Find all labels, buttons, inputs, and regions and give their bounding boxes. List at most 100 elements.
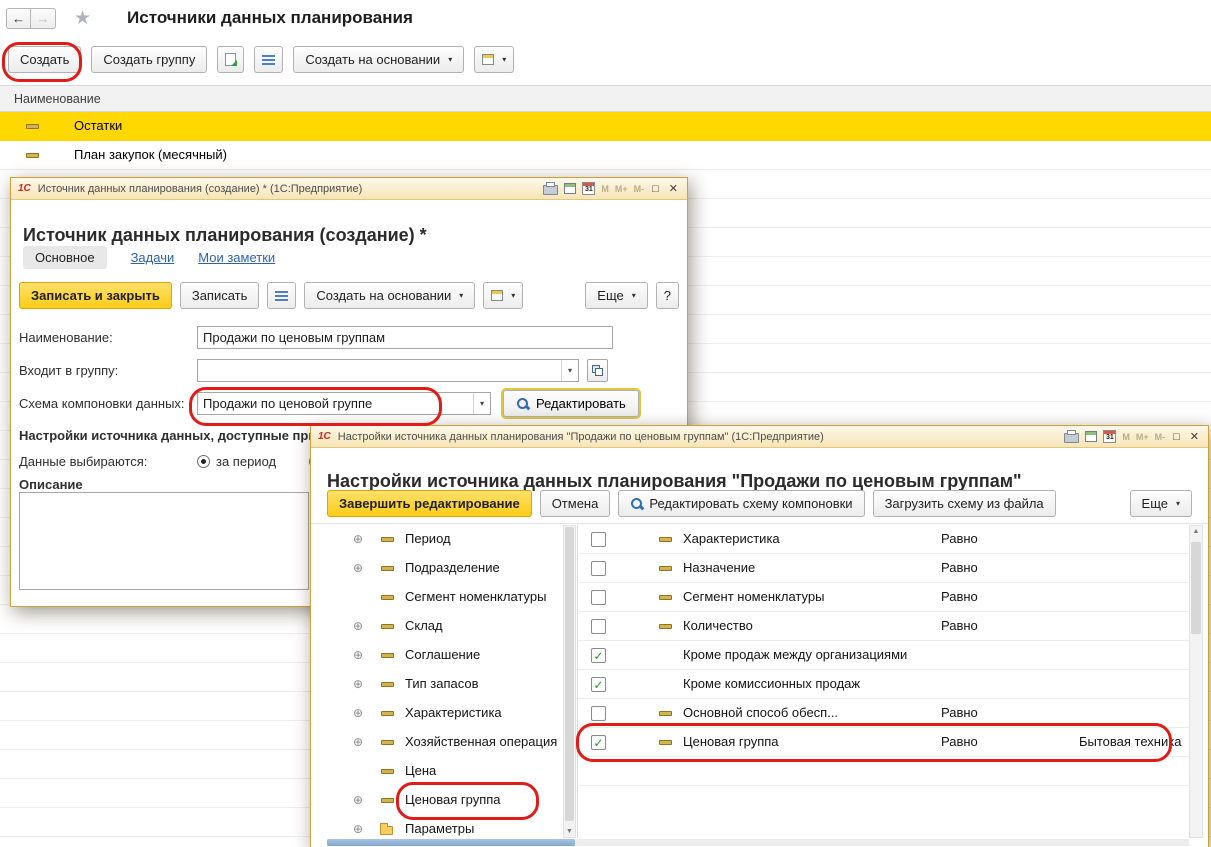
list-column-header[interactable]: Наименование bbox=[0, 85, 1211, 112]
expand-icon[interactable]: ⊕ bbox=[353, 619, 363, 633]
row-checkbox[interactable] bbox=[591, 532, 606, 547]
scrollbar-thumb[interactable] bbox=[327, 839, 575, 846]
name-input[interactable] bbox=[197, 326, 613, 349]
filter-row[interactable]: ✓ Кроме продаж между организациями bbox=[578, 641, 1189, 670]
tree-item[interactable]: Сегмент номенклатуры bbox=[327, 583, 563, 612]
maximize-icon[interactable]: □ bbox=[650, 183, 661, 195]
print-icon[interactable] bbox=[543, 182, 558, 195]
table-icon[interactable] bbox=[1085, 431, 1097, 442]
filter-row[interactable]: Количество Равно bbox=[578, 612, 1189, 641]
row-checkbox[interactable]: ✓ bbox=[591, 677, 606, 692]
filter-row[interactable]: Характеристика Равно bbox=[578, 525, 1189, 554]
dropdown-caret-icon[interactable]: ▾ bbox=[473, 393, 490, 414]
scrollbar-thumb[interactable] bbox=[1191, 542, 1201, 634]
more-button[interactable]: Еще ▾ bbox=[1130, 490, 1192, 517]
row-checkbox[interactable] bbox=[591, 619, 606, 634]
tree-item[interactable]: ⊕ Период bbox=[327, 525, 563, 554]
close-icon[interactable]: ✕ bbox=[667, 182, 680, 195]
schema-input[interactable] bbox=[198, 393, 473, 414]
dropdown-caret-icon[interactable]: ▾ bbox=[561, 360, 578, 381]
more-button[interactable]: Еще ▾ bbox=[585, 282, 647, 309]
edit-schema-composition-button[interactable]: Редактировать схему компоновки bbox=[618, 490, 864, 517]
create-based-on-button[interactable]: Создать на основании ▾ bbox=[304, 282, 475, 309]
expand-icon[interactable]: ⊕ bbox=[353, 706, 363, 720]
filter-row-price-group[interactable]: ✓ Ценовая группа Равно Бытовая техника bbox=[578, 728, 1189, 757]
filter-row[interactable]: Назначение Равно bbox=[578, 554, 1189, 583]
grid-scrollbar[interactable]: ▲ bbox=[1189, 525, 1203, 838]
create-group-button[interactable]: Создать группу bbox=[91, 46, 207, 73]
expand-icon[interactable]: ⊕ bbox=[353, 532, 363, 546]
help-button[interactable]: ? bbox=[656, 282, 679, 309]
tree-item[interactable]: ⊕ Хозяйственная операция bbox=[327, 728, 563, 757]
description-textarea[interactable] bbox=[19, 492, 309, 590]
row-checkbox[interactable] bbox=[591, 590, 606, 605]
list-row[interactable]: План закупок (месячный) bbox=[0, 141, 1211, 170]
favorite-star-icon[interactable]: ★ bbox=[74, 7, 91, 30]
list-row-selected[interactable]: Остатки bbox=[0, 112, 1211, 141]
tab-notes[interactable]: Мои заметки bbox=[198, 250, 275, 265]
close-icon[interactable]: ✕ bbox=[1188, 430, 1201, 443]
row-checkbox[interactable]: ✓ bbox=[591, 648, 606, 663]
tree-scrollbar[interactable]: ▼ bbox=[563, 525, 576, 838]
tree-item[interactable]: ⊕ Характеристика bbox=[327, 699, 563, 728]
print-icon[interactable] bbox=[1064, 430, 1079, 443]
row-checkbox[interactable] bbox=[591, 706, 606, 721]
tree-item[interactable]: ⊕ Склад bbox=[327, 612, 563, 641]
finish-editing-button[interactable]: Завершить редактирование bbox=[327, 490, 532, 517]
save-button[interactable]: Записать bbox=[180, 282, 260, 309]
expand-icon[interactable]: ⊕ bbox=[353, 648, 363, 662]
tab-tasks[interactable]: Задачи bbox=[131, 250, 175, 265]
create-based-on-button[interactable]: Создать на основании ▾ bbox=[293, 46, 464, 73]
calendar-icon[interactable]: 31 bbox=[1103, 430, 1116, 443]
set-list-button[interactable] bbox=[254, 46, 283, 73]
memory-m-plus-button[interactable]: M+ bbox=[615, 184, 628, 194]
copy-item-button[interactable] bbox=[217, 46, 244, 73]
filter-row[interactable]: Основной способ обесп... Равно bbox=[578, 699, 1189, 728]
chevron-down-icon: ▾ bbox=[502, 55, 506, 64]
maximize-icon[interactable]: □ bbox=[1171, 431, 1182, 443]
item-dash-icon bbox=[381, 537, 394, 542]
form-settings-button[interactable]: ▾ bbox=[483, 282, 523, 309]
expand-icon[interactable]: ⊕ bbox=[353, 561, 363, 575]
load-schema-button[interactable]: Загрузить схему из файла bbox=[873, 490, 1056, 517]
back-button[interactable]: ← bbox=[6, 8, 31, 29]
tree-item-parameters[interactable]: ⊕ Параметры bbox=[327, 815, 563, 838]
memory-m-plus-button[interactable]: M+ bbox=[1136, 432, 1149, 442]
filter-row[interactable]: ✓ Кроме комиссионных продаж bbox=[578, 670, 1189, 699]
expand-icon[interactable]: ⊕ bbox=[353, 822, 363, 836]
memory-m-minus-button[interactable]: M- bbox=[634, 184, 645, 194]
memory-m-button[interactable]: M bbox=[1122, 432, 1130, 442]
scrollbar-thumb[interactable] bbox=[565, 527, 574, 821]
tree-item-price-group[interactable]: ⊕ Ценовая группа bbox=[327, 786, 563, 815]
tree-item[interactable]: ⊕ Соглашение bbox=[327, 641, 563, 670]
row-checkbox[interactable]: ✓ bbox=[591, 735, 606, 750]
tab-main[interactable]: Основное bbox=[23, 246, 107, 269]
form-settings-button[interactable]: ▾ bbox=[474, 46, 514, 73]
set-list-button[interactable] bbox=[267, 282, 296, 309]
window-titlebar[interactable]: 1С Настройки источника данных планирован… bbox=[311, 426, 1208, 448]
group-input[interactable] bbox=[198, 360, 561, 381]
row-checkbox[interactable] bbox=[591, 561, 606, 576]
memory-m-button[interactable]: M bbox=[601, 184, 609, 194]
expand-icon[interactable]: ⊕ bbox=[353, 677, 363, 691]
table-icon[interactable] bbox=[564, 183, 576, 194]
memory-m-minus-button[interactable]: M- bbox=[1155, 432, 1166, 442]
scroll-up-icon[interactable]: ▲ bbox=[1190, 528, 1202, 535]
edit-schema-button[interactable]: Редактировать bbox=[503, 390, 639, 417]
calendar-icon[interactable]: 31 bbox=[582, 182, 595, 195]
horizontal-scrollbar[interactable] bbox=[327, 839, 1189, 846]
tree-item[interactable]: ⊕ Подразделение bbox=[327, 554, 563, 583]
tree-item[interactable]: ⊕ Тип запасов bbox=[327, 670, 563, 699]
filter-row[interactable]: Сегмент номенклатуры Равно bbox=[578, 583, 1189, 612]
window-titlebar[interactable]: 1С Источник данных планирования (создани… bbox=[11, 178, 687, 200]
tree-item[interactable]: Цена bbox=[327, 757, 563, 786]
cancel-button[interactable]: Отмена bbox=[540, 490, 611, 517]
radio-for-period[interactable] bbox=[197, 455, 210, 468]
create-button[interactable]: Создать bbox=[8, 46, 81, 73]
open-group-button[interactable] bbox=[587, 359, 608, 382]
expand-icon[interactable]: ⊕ bbox=[353, 735, 363, 749]
expand-icon[interactable]: ⊕ bbox=[353, 793, 363, 807]
save-and-close-button[interactable]: Записать и закрыть bbox=[19, 282, 172, 309]
forward-button[interactable]: → bbox=[31, 8, 56, 29]
scroll-down-icon[interactable]: ▼ bbox=[564, 828, 575, 835]
